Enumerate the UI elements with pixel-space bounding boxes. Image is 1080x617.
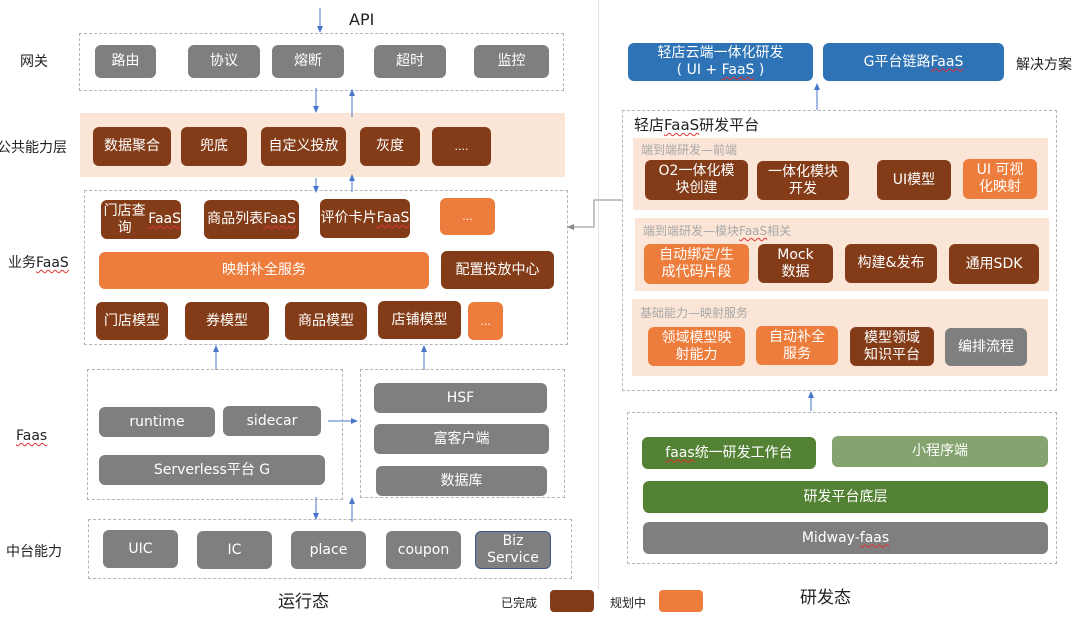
arrow-platform-to-business <box>567 199 622 230</box>
connector-arrows <box>213 8 820 522</box>
